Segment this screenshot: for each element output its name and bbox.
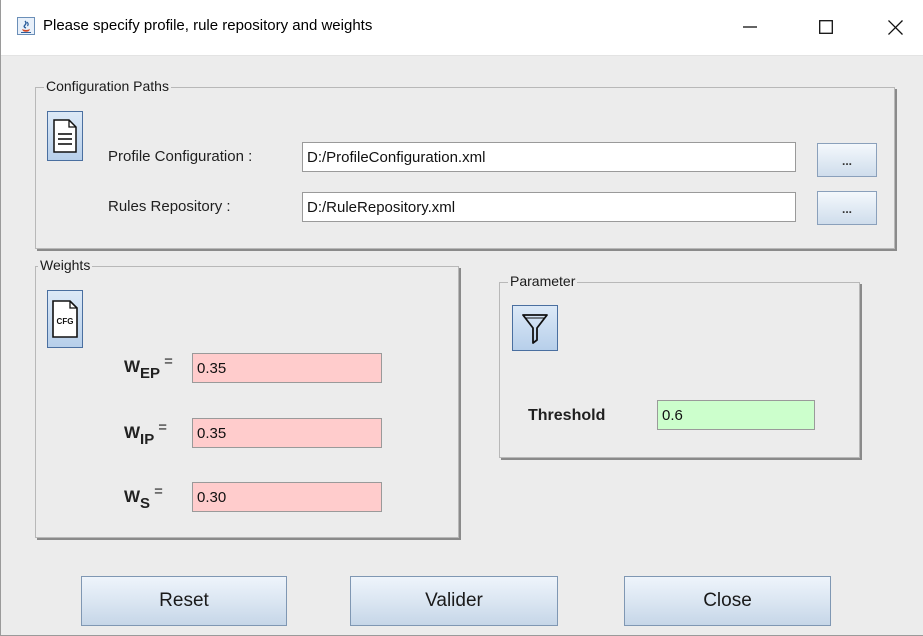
java-app-icon [17,17,35,35]
title-bar[interactable]: Please specify profile, rule repository … [1,0,923,56]
threshold-input[interactable] [657,400,815,430]
validate-button[interactable]: Valider [350,576,558,626]
document-icon[interactable] [47,111,83,161]
threshold-label: Threshold [528,407,606,424]
weight-ip-subscript: IP [140,431,155,448]
cfg-icon-text: CFG [57,317,74,326]
profile-configuration-input[interactable] [302,142,796,172]
weights-group: Weights CFG WEP= WIP= WS= [35,256,459,538]
filter-icon[interactable] [512,305,558,351]
close-icon[interactable] [872,9,918,45]
weight-s-eq: = [154,483,163,500]
weight-ip-eq: = [158,419,167,436]
close-button[interactable]: Close [624,576,831,626]
rules-repository-label: Rules Repository : [108,198,231,215]
weight-ip-symbol: W [124,423,141,442]
configuration-paths-title: Configuration Paths [44,77,171,95]
cfg-file-icon[interactable]: CFG [47,290,83,348]
weight-ep-label: WEP= [124,353,173,382]
profile-browse-button[interactable]: ... [817,143,877,177]
weight-ep-eq: = [164,353,173,370]
minimize-icon[interactable] [727,9,773,45]
weight-s-label: WS= [124,483,163,512]
profile-configuration-label: Profile Configuration : [108,148,253,165]
maximize-icon[interactable] [803,9,849,45]
window-title: Please specify profile, rule repository … [43,17,373,34]
dialog-window: Please specify profile, rule repository … [0,0,923,636]
weight-ip-label: WIP= [124,419,167,448]
configuration-paths-group: Configuration Paths Profile Configuratio… [35,77,895,249]
weight-ep-input[interactable] [192,353,382,383]
reset-button[interactable]: Reset [81,576,287,626]
weight-s-subscript: S [140,495,151,512]
parameter-title: Parameter [508,272,578,290]
weight-ep-symbol: W [124,357,141,376]
weight-ep-subscript: EP [140,365,161,382]
weight-s-symbol: W [124,487,141,506]
weights-title: Weights [38,256,93,274]
weight-s-input[interactable] [192,482,382,512]
weight-ip-input[interactable] [192,418,382,448]
rules-browse-button[interactable]: ... [817,191,877,225]
parameter-group: Parameter Threshold [499,272,860,458]
rules-repository-input[interactable] [302,192,796,222]
